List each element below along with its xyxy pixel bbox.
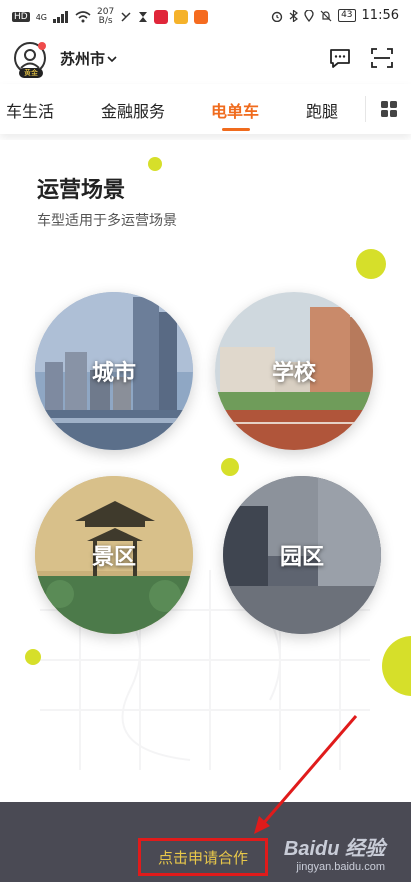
signal-icon — [53, 11, 68, 23]
scene-school-card[interactable]: 学校 — [215, 292, 373, 450]
tab-ebike[interactable]: 电单车 — [211, 98, 259, 122]
message-icon[interactable] — [328, 46, 352, 70]
watermark-url: jingyan.baidu.com — [296, 861, 385, 873]
alarm-icon — [271, 11, 283, 22]
decorative-dot — [148, 157, 162, 171]
city-label: 苏州市 — [60, 50, 106, 68]
app-notification-icon — [174, 10, 189, 24]
net-speed-unit: B/s — [98, 16, 113, 26]
decorative-dot — [356, 249, 386, 279]
clock: 11:56 — [361, 8, 399, 23]
battery-indicator: 43 — [338, 9, 356, 22]
section-subtitle: 车型适用于多运营场景 — [37, 213, 177, 229]
tab-errand[interactable]: 跑腿 — [306, 98, 338, 122]
watermark-brand: Baidu 经验 — [283, 838, 385, 860]
chevron-down-icon — [107, 55, 117, 62]
active-tab-indicator — [222, 128, 250, 131]
divider — [365, 96, 366, 122]
category-tabs: 车生活 金融服务 电单车 跑腿 — [0, 84, 411, 134]
scan-icon[interactable] — [370, 46, 394, 70]
scene-park-card[interactable]: 园区 — [223, 476, 381, 634]
apply-cooperation-button[interactable]: 点击申请合作 — [138, 838, 268, 876]
bottom-action-bar: 点击申请合作 Baidu 经验 jingyan.baidu.com — [0, 802, 411, 882]
hourglass-icon — [139, 12, 148, 22]
city-selector[interactable]: 苏州市 — [60, 48, 117, 69]
scene-city-card[interactable]: 城市 — [35, 292, 193, 450]
status-bar: HD 4G 207 B/s 43 11:56 — [0, 0, 411, 32]
scene-label: 园区 — [279, 545, 324, 570]
mute-icon — [320, 10, 332, 21]
decorative-dot — [25, 649, 41, 665]
location-icon — [304, 9, 314, 22]
member-badge: 黄金 — [19, 68, 43, 78]
operation-scenes-section: 运营场景 车型适用于多运营场景 城市 学校 景区 园区 — [0, 140, 411, 800]
no-sim-icon — [121, 12, 131, 22]
section-title: 运营场景 — [37, 178, 126, 203]
scene-label: 景区 — [91, 545, 136, 570]
bluetooth-icon — [289, 9, 299, 22]
scene-label: 城市 — [91, 361, 136, 386]
grid-icon — [381, 101, 397, 117]
scene-label: 学校 — [271, 361, 316, 386]
baidu-watermark: Baidu 经验 jingyan.baidu.com — [284, 832, 385, 873]
app-notification-icon — [194, 10, 209, 24]
scene-scenic-card[interactable]: 景区 — [35, 476, 193, 634]
more-tabs-button[interactable] — [365, 84, 411, 134]
app-header: 黄金 苏州市 — [0, 36, 411, 82]
network-gen: 4G — [35, 12, 47, 22]
decorative-dot — [221, 458, 239, 476]
tab-car-life[interactable]: 车生活 — [6, 98, 54, 122]
wifi-icon — [75, 11, 91, 23]
tab-finance[interactable]: 金融服务 — [101, 98, 165, 122]
avatar[interactable]: 黄金 — [14, 42, 46, 78]
decorative-dot — [382, 636, 411, 696]
notification-dot — [38, 42, 46, 50]
hd-indicator: HD — [12, 12, 30, 22]
app-notification-icon — [154, 10, 169, 24]
